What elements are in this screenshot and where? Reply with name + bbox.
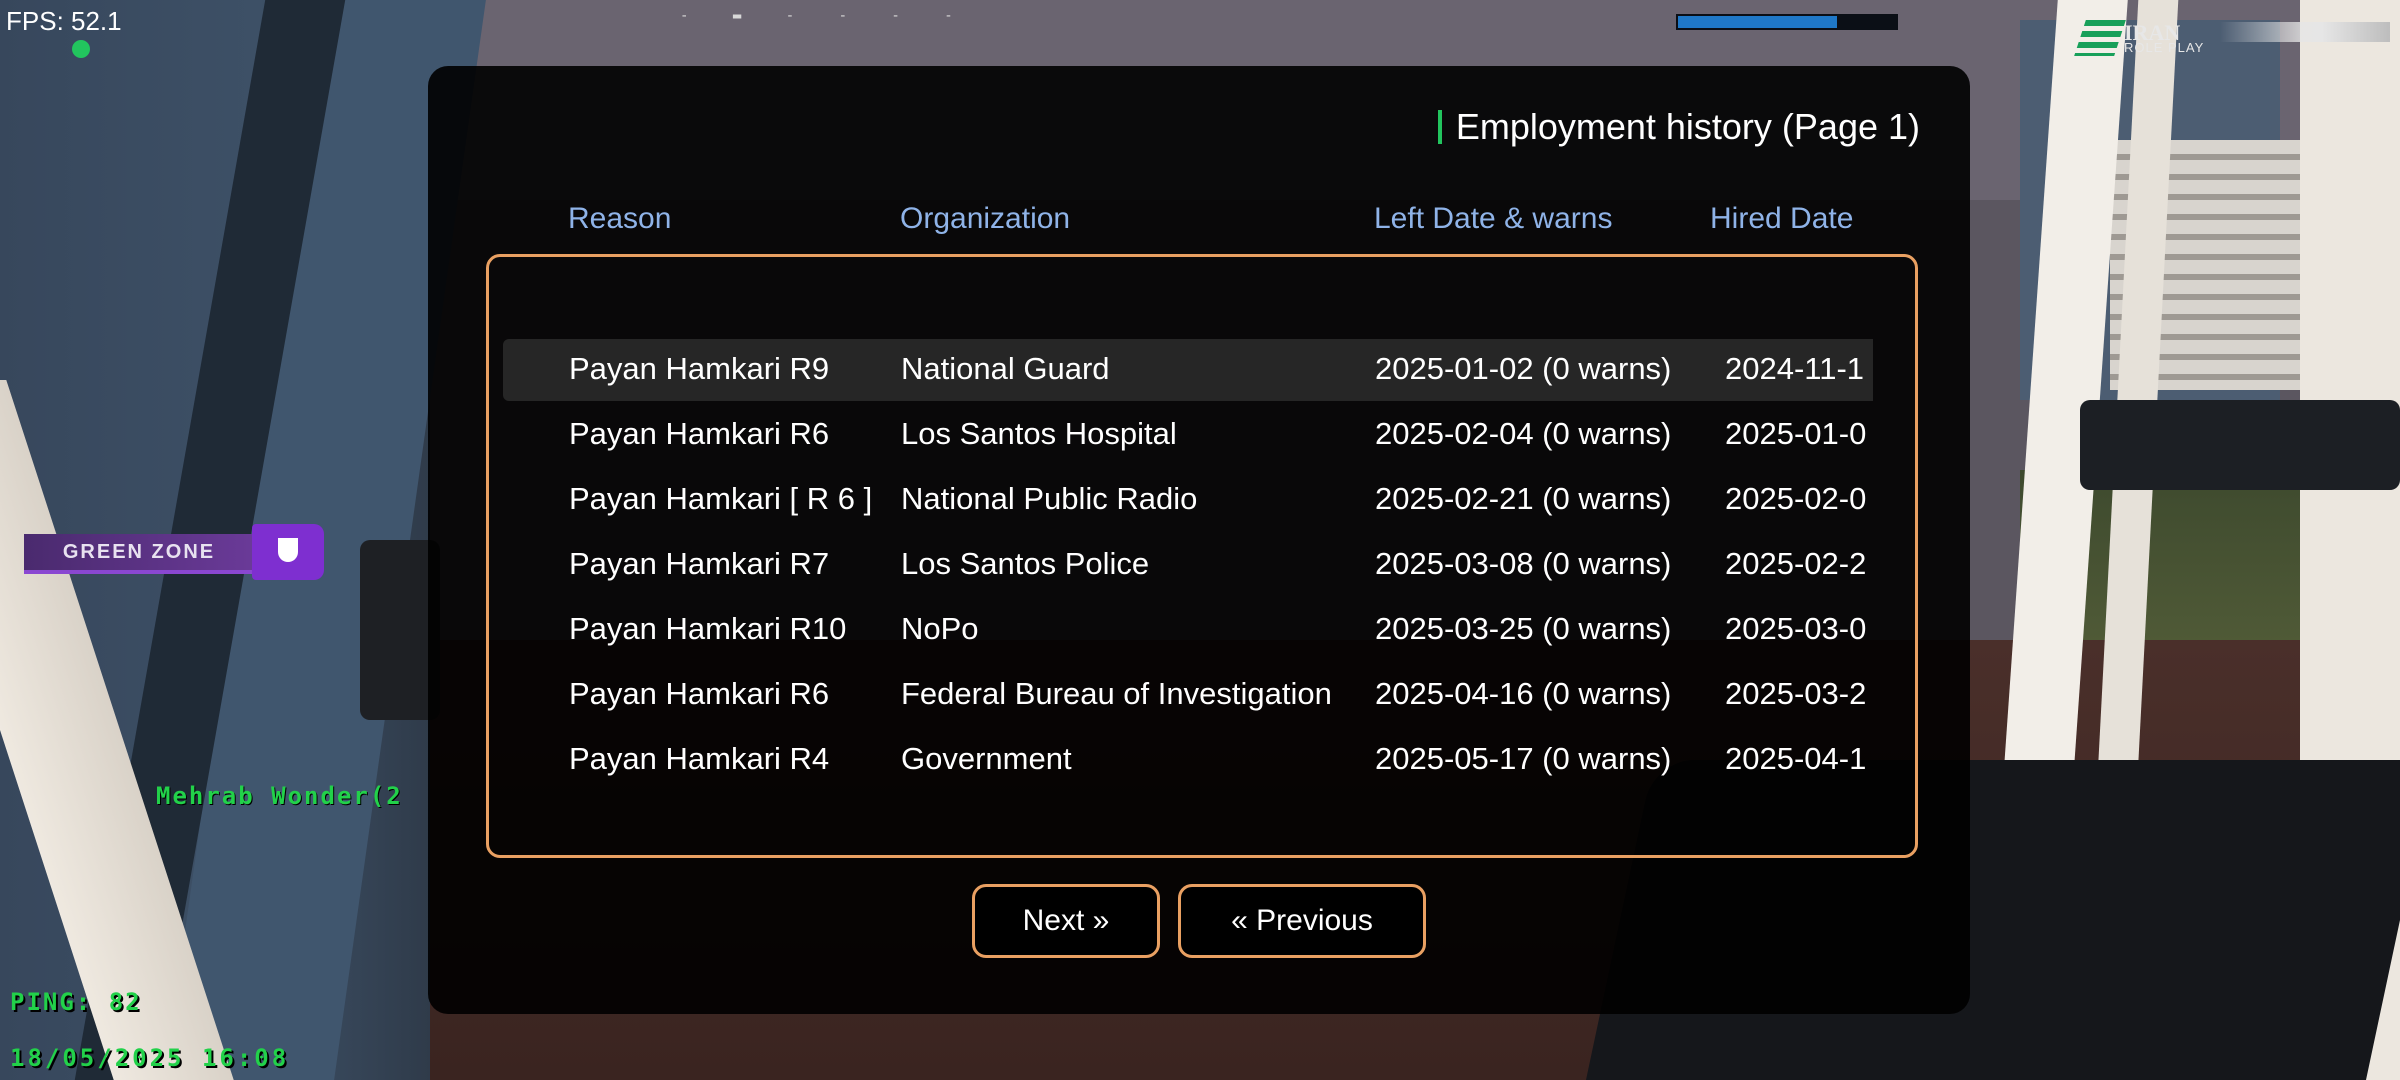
cell-reason: Payan Hamkari R10 [569, 611, 847, 646]
list-item[interactable]: Payan Hamkari R9 National Guard 2025-01-… [503, 339, 1873, 401]
zone-label: GREEN ZONE [24, 534, 254, 574]
cell-hired-date: 2025-02-0 [1725, 481, 1867, 516]
cell-reason: Payan Hamkari R6 [569, 676, 830, 711]
cell-hired-date: 2025-03-2 [1725, 676, 1867, 711]
date-time-readout: 18/05/2025 16:08 [10, 1044, 290, 1072]
previous-page-button[interactable]: « Previous [1178, 884, 1426, 958]
employment-list[interactable]: Payan Hamkari R9 National Guard 2025-01-… [486, 254, 1918, 858]
cell-hired-date: 2025-04-1 [1725, 741, 1867, 776]
cell-hired-date: 2024-11-1 [1725, 351, 1865, 386]
list-item[interactable]: Payan Hamkari R4 Government 2025-05-17 (… [503, 729, 1873, 791]
cell-hired-date: 2025-03-0 [1725, 611, 1867, 646]
list-item[interactable]: Payan Hamkari R6 Federal Bureau of Inves… [503, 664, 1873, 726]
green-zone-indicator: GREEN ZONE [24, 524, 324, 580]
cell-left-date: 2025-02-21 (0 warns) [1375, 481, 1672, 516]
column-header-hired-date: Hired Date [1710, 202, 1854, 235]
title-accent-bar [1437, 110, 1442, 144]
top-progress-bar [1676, 14, 1898, 30]
cell-reason: Payan Hamkari R7 [569, 546, 830, 581]
cell-reason: Payan Hamkari [ R 6 ] [569, 481, 873, 516]
employment-history-dialog: Employment history (Page 1) Reason Organ… [428, 66, 1970, 1014]
next-page-button[interactable]: Next » [972, 884, 1160, 958]
cell-hired-date: 2025-02-2 [1725, 546, 1867, 581]
top-progress-fill [1678, 16, 1838, 28]
cell-organization: NoPo [901, 611, 979, 646]
cell-organization: National Guard [901, 351, 1110, 386]
cell-left-date: 2025-03-08 (0 warns) [1375, 546, 1672, 581]
cell-reason: Payan Hamkari R4 [569, 741, 830, 776]
cell-organization: Los Santos Hospital [901, 416, 1177, 451]
cell-organization: Government [901, 741, 1072, 776]
cell-reason: Payan Hamkari R6 [569, 416, 830, 451]
ping-readout: PING: 82 [10, 988, 142, 1016]
cell-organization: Federal Bureau of Investigation [901, 676, 1332, 711]
minimap-strip [2220, 22, 2390, 42]
player-nametag: Mehrab Wonder(2 [156, 782, 403, 810]
list-item[interactable]: Payan Hamkari R7 Los Santos Police 2025-… [503, 534, 1873, 596]
cell-left-date: 2025-03-25 (0 warns) [1375, 611, 1672, 646]
logo-subtitle: ROLE PLAY [2124, 40, 2205, 55]
cell-left-date: 2025-01-02 (0 warns) [1375, 351, 1672, 386]
cell-organization: Los Santos Police [901, 546, 1150, 581]
column-header-left-date: Left Date & warns [1374, 202, 1613, 235]
list-item[interactable]: Payan Hamkari [ R 6 ] National Public Ra… [503, 469, 1873, 531]
logo-stripes-icon [2074, 20, 2126, 56]
column-header-organization: Organization [900, 202, 1071, 235]
fps-counter: FPS: 52.1 [6, 6, 122, 36]
dialog-title: Employment history (Page 1) [1437, 106, 1920, 148]
cell-reason: Payan Hamkari R9 [569, 351, 830, 386]
top-dashes: - ▬ - - - - [680, 8, 971, 24]
column-header-reason: Reason [568, 202, 672, 235]
cell-hired-date: 2025-01-0 [1725, 416, 1867, 451]
shield-icon [252, 524, 324, 580]
cell-left-date: 2025-04-16 (0 warns) [1375, 676, 1672, 711]
dialog-title-text: Employment history (Page 1) [1455, 106, 1920, 147]
cell-left-date: 2025-05-17 (0 warns) [1375, 741, 1672, 776]
cell-organization: National Public Radio [901, 481, 1198, 516]
cell-left-date: 2025-02-04 (0 warns) [1375, 416, 1672, 451]
sofa-back [2080, 400, 2400, 490]
list-item[interactable]: Payan Hamkari R10 NoPo 2025-03-25 (0 war… [503, 599, 1873, 661]
list-item[interactable]: Payan Hamkari R6 Los Santos Hospital 202… [503, 404, 1873, 466]
status-dot-icon [72, 40, 90, 58]
